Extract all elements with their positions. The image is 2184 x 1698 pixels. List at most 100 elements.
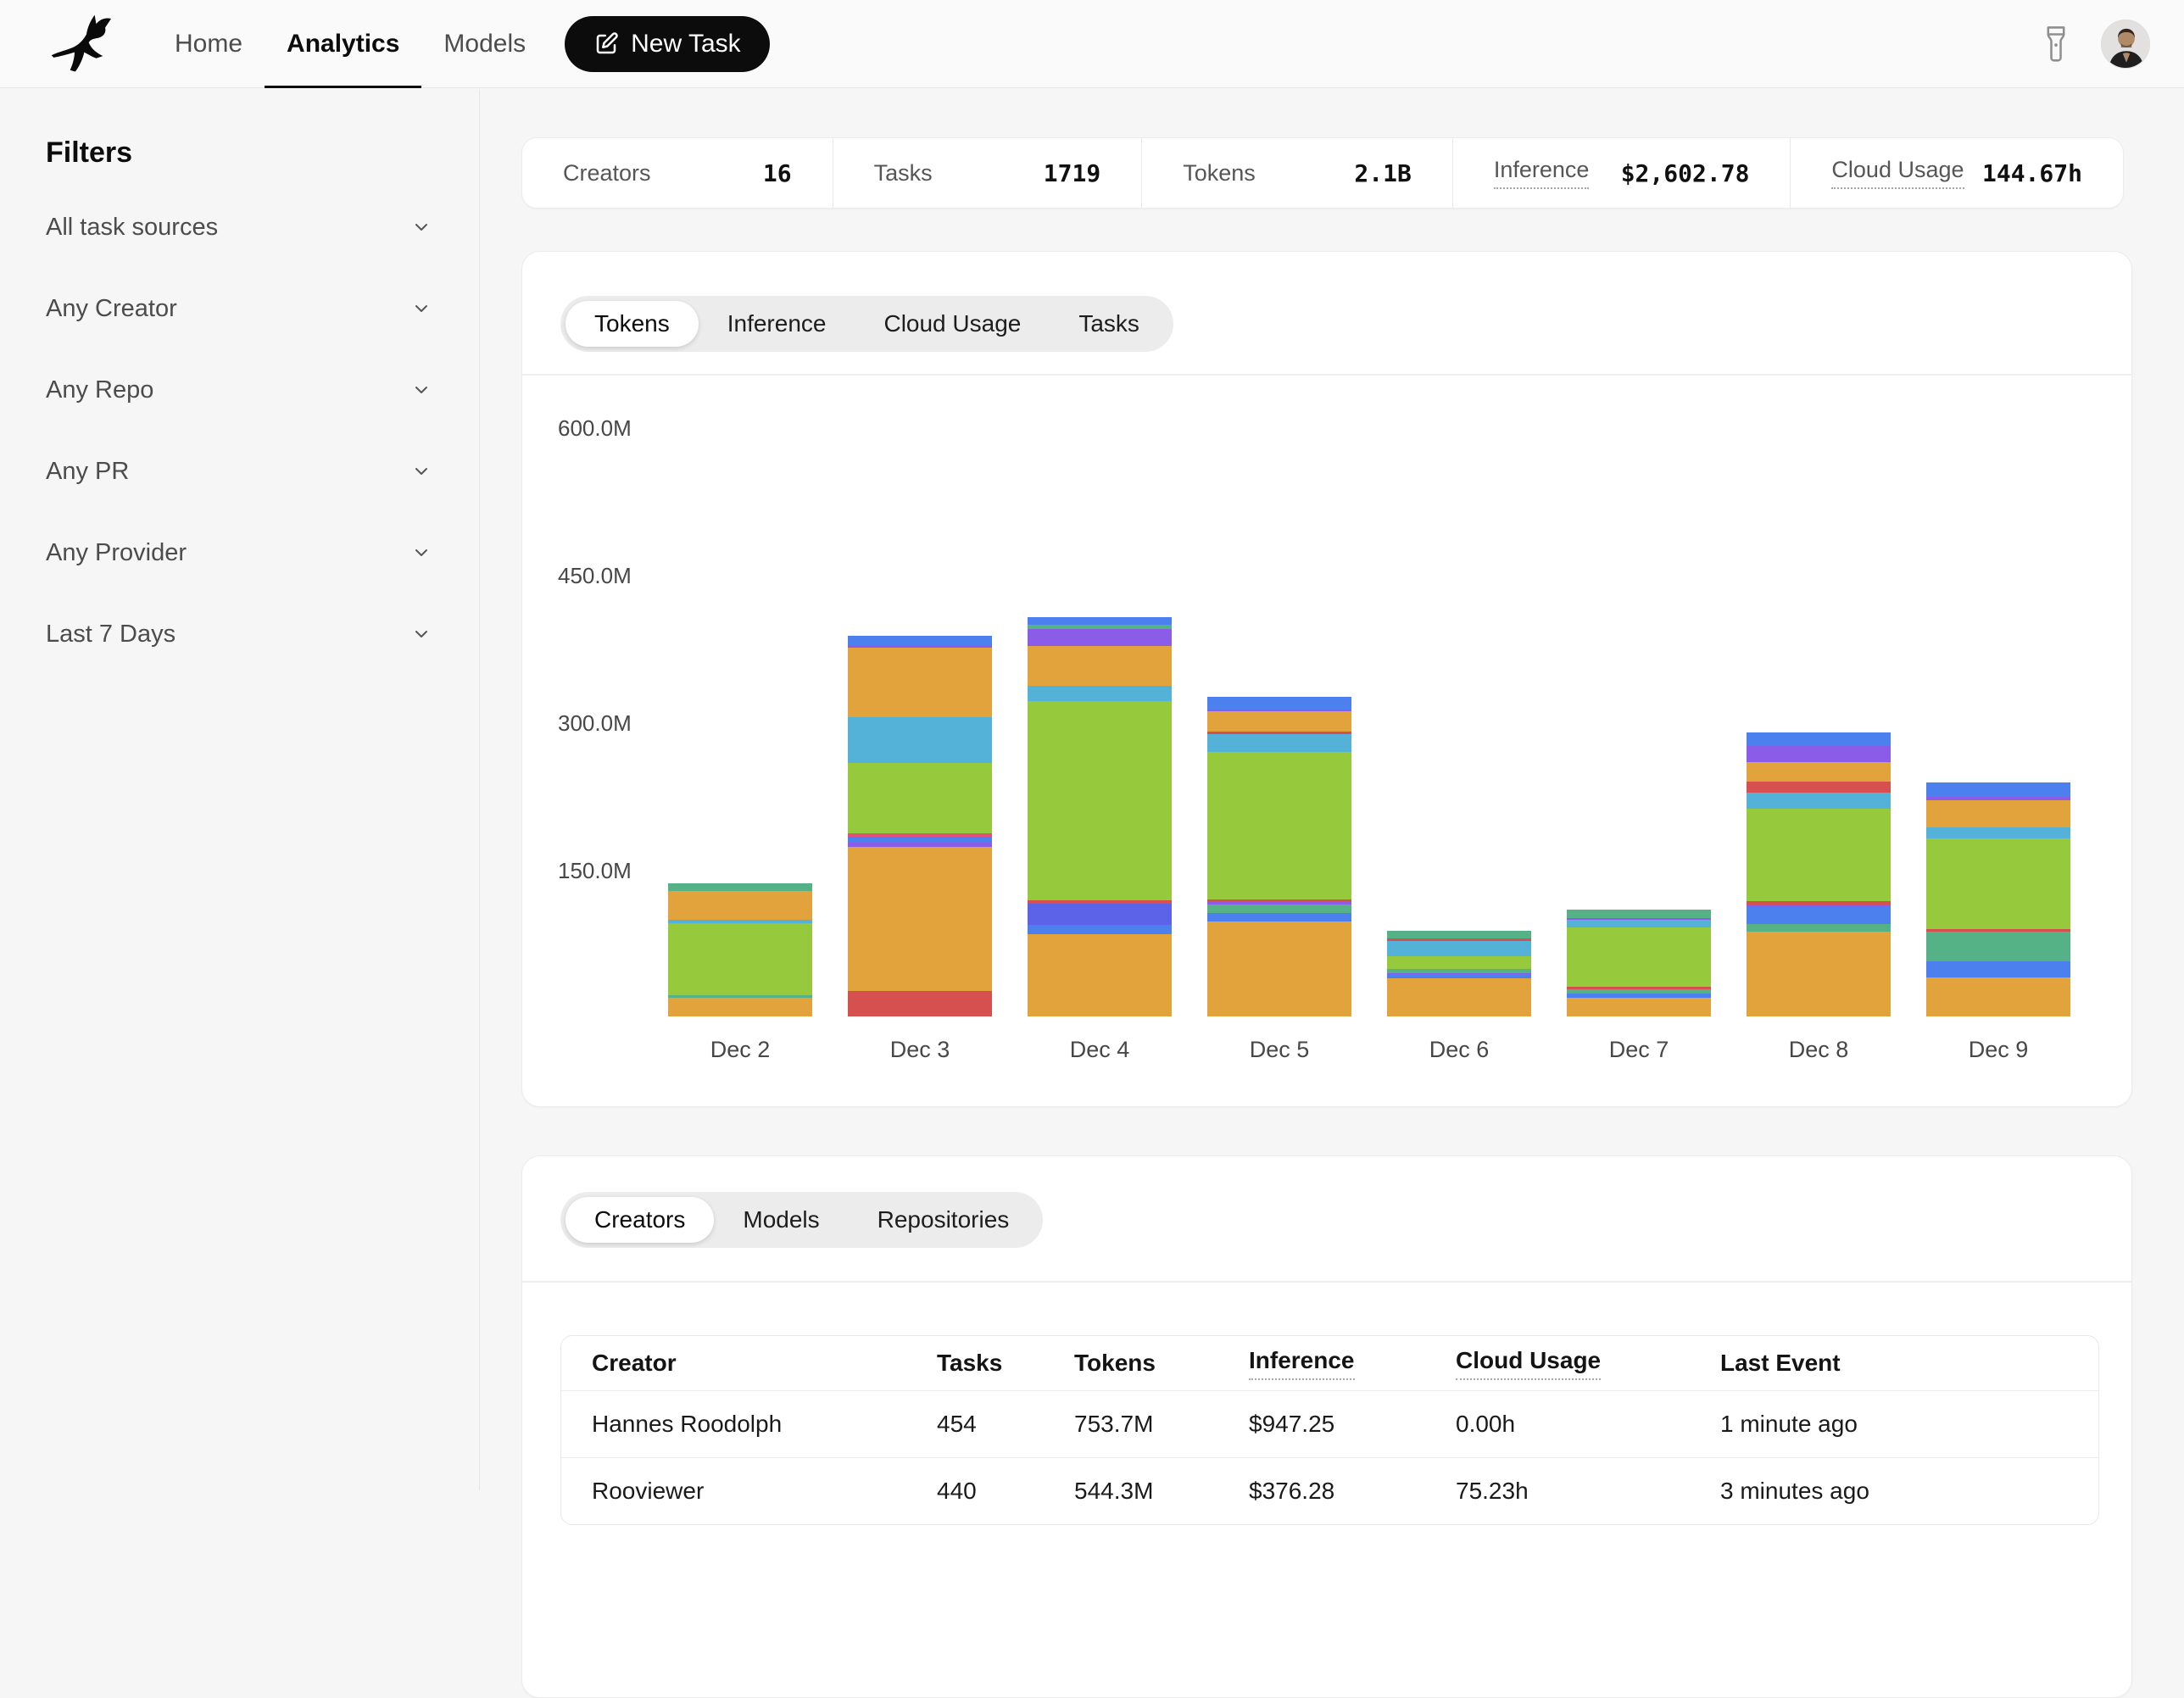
topbar-actions xyxy=(2043,19,2184,69)
stat-label[interactable]: Inference xyxy=(1494,157,1590,189)
stat-value: $2,602.78 xyxy=(1621,159,1750,187)
main-content: Creators 16 Tasks 1719 Tokens2.1B Inference $2… xyxy=(481,89,2184,1490)
breakdown-tab-repositories[interactable]: Repositories xyxy=(849,1197,1039,1243)
table-header-row: CreatorTasksTokensInferenceCloud UsageLa… xyxy=(561,1336,2098,1390)
stat-value: 16 xyxy=(763,159,792,187)
chart-tab-inference[interactable]: Inference xyxy=(699,301,855,347)
bar-segment-blue xyxy=(1926,961,2070,977)
cell-last-event: 1 minute ago xyxy=(1720,1411,2098,1438)
filter-dropdown-last-7-days[interactable]: Last 7 Days xyxy=(0,593,479,675)
chevron-down-icon xyxy=(411,461,432,482)
stat-label: Tasks xyxy=(874,160,933,187)
bar-segment-orange xyxy=(668,998,812,1016)
filter-dropdown-any-pr[interactable]: Any PR xyxy=(0,431,479,512)
bar-segment-teal xyxy=(1747,924,1891,932)
filter-dropdown-any-creator[interactable]: Any Creator xyxy=(0,268,479,349)
bar-segment-orange xyxy=(1387,978,1531,1016)
bar-segment-green xyxy=(848,763,992,834)
nav-item-models[interactable]: Models xyxy=(421,0,548,87)
cell-creator: Hannes Roodolph xyxy=(592,1411,937,1438)
nav-item-analytics[interactable]: Analytics xyxy=(265,0,421,87)
column-header-inference[interactable]: Inference xyxy=(1249,1347,1456,1380)
stacked-bar-dec-6[interactable] xyxy=(1387,931,1531,1016)
filter-list: All task sourcesAny CreatorAny RepoAny P… xyxy=(0,187,479,675)
chevron-down-icon xyxy=(411,543,432,563)
stacked-bar-dec-4[interactable] xyxy=(1028,617,1172,1016)
table-body: Hannes Roodolph454753.7M$947.250.00h1 mi… xyxy=(561,1390,2098,1524)
table-row-rooviewer[interactable]: Rooviewer440544.3M$376.2875.23h3 minutes… xyxy=(561,1457,2098,1524)
bar-segment-orange xyxy=(1207,921,1351,1017)
bar-segment-green xyxy=(1567,927,1711,988)
chart-tab-tasks[interactable]: Tasks xyxy=(1050,301,1168,347)
bar-segment-red xyxy=(1747,782,1891,793)
stacked-bar-dec-2[interactable] xyxy=(668,883,812,1016)
chart-tab-tokens[interactable]: Tokens xyxy=(566,301,699,347)
bar-segment-orange xyxy=(1207,711,1351,731)
stat-value: 1719 xyxy=(1044,159,1100,187)
stacked-bar-dec-5[interactable] xyxy=(1207,697,1351,1016)
bar-segment-blue xyxy=(1207,913,1351,921)
column-header-tokens: Tokens xyxy=(1074,1350,1249,1377)
bar-segment-green xyxy=(1926,838,2070,929)
bar-segment-skyblue xyxy=(1028,686,1172,700)
column-header-cloud-usage[interactable]: Cloud Usage xyxy=(1456,1347,1720,1380)
bar-segment-skyblue xyxy=(1747,793,1891,810)
filter-dropdown-any-provider[interactable]: Any Provider xyxy=(0,512,479,593)
edit-icon xyxy=(593,31,619,57)
bar-segment-teal xyxy=(1926,932,2070,961)
new-task-button[interactable]: New Task xyxy=(565,16,770,72)
bar-segment-orange xyxy=(848,847,992,990)
table-row-hannes-roodolph[interactable]: Hannes Roodolph454753.7M$947.250.00h1 mi… xyxy=(561,1390,2098,1457)
x-axis-label: Dec 6 xyxy=(1387,1037,1531,1063)
bar-segment-orange xyxy=(1028,646,1172,687)
filter-label: Any Creator xyxy=(46,295,177,323)
breakdown-tabs: CreatorsModelsRepositories xyxy=(560,1192,1043,1248)
filter-dropdown-all-task-sources[interactable]: All task sources xyxy=(0,187,479,268)
flashlight-icon[interactable] xyxy=(2043,25,2069,64)
stacked-bar-dec-8[interactable] xyxy=(1747,732,1891,1016)
stacked-bar-dec-7[interactable] xyxy=(1567,910,1711,1016)
bar-segment-purple xyxy=(1028,629,1172,646)
cell-cloud-usage: 0.00h xyxy=(1456,1411,1720,1438)
bar-segment-skyblue xyxy=(1387,941,1531,957)
bar-segment-orange xyxy=(1926,977,2070,1016)
filters-title: Filters xyxy=(46,136,132,170)
bar-segment-skyblue xyxy=(1926,827,2070,838)
primary-nav: HomeAnalyticsModels xyxy=(153,0,548,87)
breakdown-tab-models[interactable]: Models xyxy=(714,1197,848,1243)
bar-segment-orange xyxy=(1747,762,1891,782)
user-avatar[interactable] xyxy=(2101,19,2150,69)
bar-segment-blue xyxy=(848,837,992,843)
column-header-label: Cloud Usage xyxy=(1456,1347,1601,1380)
x-axis-label: Dec 9 xyxy=(1926,1037,2070,1063)
stat-label: Creators xyxy=(563,160,651,187)
stat-label[interactable]: Cloud Usage xyxy=(1831,157,1964,189)
bar-segment-blue xyxy=(848,636,992,646)
nav-item-home[interactable]: Home xyxy=(153,0,265,87)
stat-card-tokens: Tokens2.1B xyxy=(1141,138,1452,208)
stat-card-creators: Creators 16 xyxy=(522,138,833,208)
stat-card-cloud-usage: Cloud Usage144.67h xyxy=(1790,138,2123,208)
filter-label: Any Provider xyxy=(46,539,187,567)
y-axis-label: 150.0M xyxy=(558,858,660,884)
stat-label: Tokens xyxy=(1183,160,1256,187)
stacked-bar-dec-3[interactable] xyxy=(848,636,992,1016)
cell-tasks: 440 xyxy=(937,1478,1074,1505)
bar-segment-green xyxy=(668,923,812,995)
column-header-label: Tokens xyxy=(1074,1350,1156,1377)
column-header-label: Creator xyxy=(592,1350,677,1377)
chart-tab-cloud-usage[interactable]: Cloud Usage xyxy=(855,301,1050,347)
column-header-label: Inference xyxy=(1249,1347,1355,1380)
kangaroo-logo[interactable] xyxy=(49,12,124,76)
breakdown-tab-creators[interactable]: Creators xyxy=(566,1197,714,1243)
stacked-bar-dec-9[interactable] xyxy=(1926,782,2070,1016)
breakdown-card: CreatorsModelsRepositories CreatorTasksT… xyxy=(521,1155,2132,1698)
bar-segment-orange xyxy=(1028,934,1172,1016)
chevron-down-icon xyxy=(411,298,432,319)
bar-segment-teal xyxy=(1387,931,1531,938)
filters-sidebar: Filters All task sources Any Creator Any R… xyxy=(0,89,480,1490)
bar-segment-skyblue xyxy=(848,717,992,762)
x-axis-label: Dec 8 xyxy=(1747,1037,1891,1063)
y-axis-label: 600.0M xyxy=(558,415,660,442)
filter-dropdown-any-repo[interactable]: Any Repo xyxy=(0,349,479,431)
